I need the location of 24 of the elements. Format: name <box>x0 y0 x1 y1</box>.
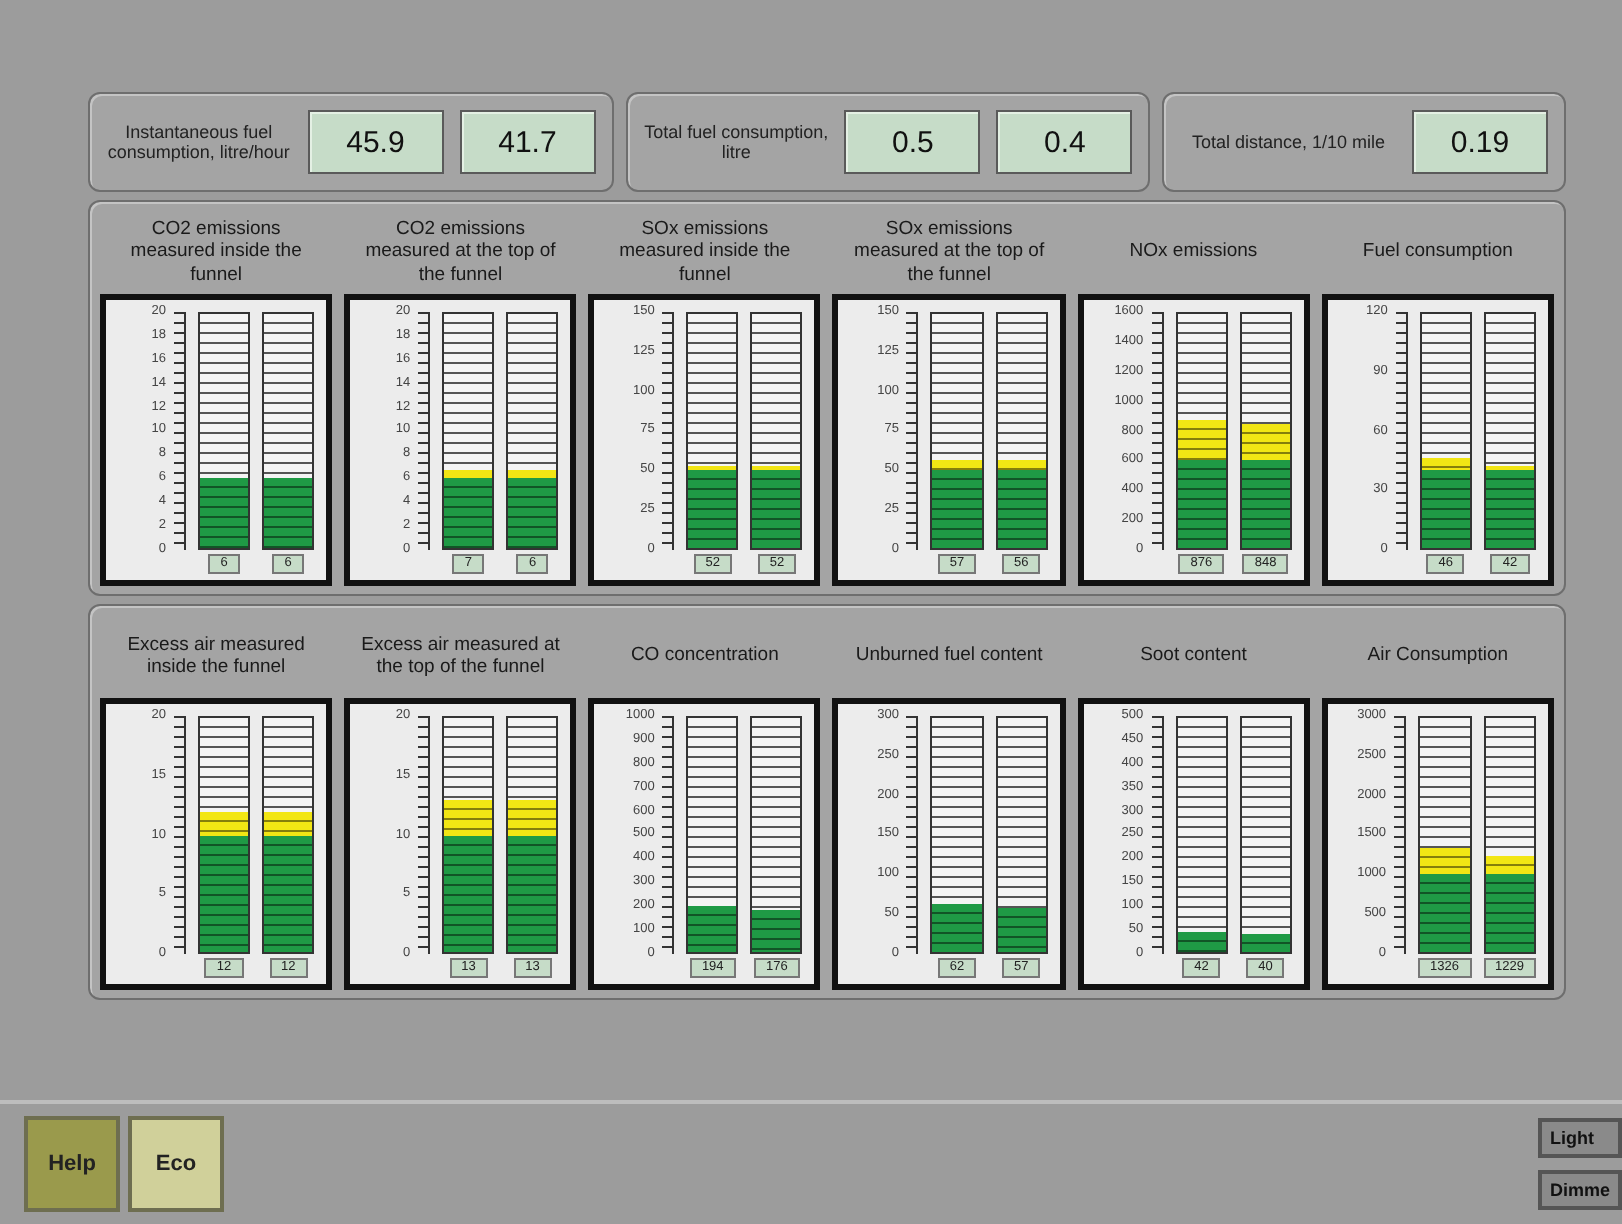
nav-button[interactable]: Eco <box>128 1116 224 1212</box>
gauge-title: CO concentration <box>628 642 781 671</box>
gauge-title: SOx emissions measured inside the funnel <box>617 215 793 290</box>
readout-value: 45.9 <box>307 110 444 174</box>
readout-label: Total fuel consumption, litre <box>643 121 829 163</box>
gauge-title: CO2 emissions measured at the top of the funnel <box>363 215 558 290</box>
readout-value: 0.19 <box>1412 110 1549 174</box>
gauge-title: Unburned fuel content <box>853 642 1045 671</box>
readout-value: 0.5 <box>844 110 981 174</box>
gauge-title: SOx emissions measured at the top of the funnel <box>852 215 1047 290</box>
gauge-title: Excess air measured at the top of the funnel <box>359 631 562 682</box>
gauge-title: Fuel consumption <box>1360 238 1515 267</box>
readout-value: 0.4 <box>996 110 1133 174</box>
readout-value: 41.7 <box>459 110 596 174</box>
display-button[interactable]: Light <box>1538 1118 1622 1158</box>
gauge-title: NOx emissions <box>1127 238 1260 267</box>
nav-button[interactable]: Help <box>24 1116 120 1212</box>
readout-label: Total distance, 1/10 mile <box>1189 131 1388 153</box>
display-button[interactable]: Dimme <box>1538 1170 1622 1210</box>
gauge-title: Soot content <box>1138 642 1249 671</box>
gauge-title: Air Consumption <box>1365 642 1511 671</box>
gauge-title: Excess air measured inside the funnel <box>125 631 307 682</box>
readout-label: Instantaneous fuel consumption, litre/hour <box>106 121 292 163</box>
gauge-title: CO2 emissions measured inside the funnel <box>128 215 304 290</box>
